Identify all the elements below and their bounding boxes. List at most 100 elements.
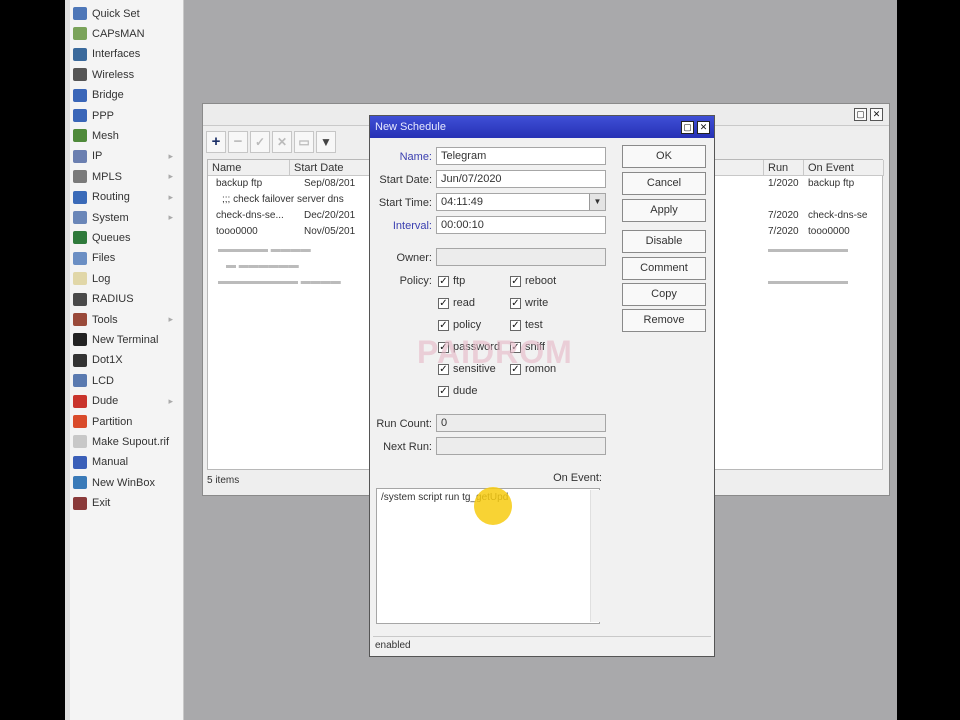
ok-button[interactable]: OK bbox=[622, 145, 706, 168]
filter-icon[interactable]: ▼ bbox=[316, 131, 336, 153]
chevron-down-icon[interactable]: ▼ bbox=[589, 194, 605, 210]
menu-item-dot1x[interactable]: Dot1X bbox=[70, 351, 183, 370]
next-run-field bbox=[436, 437, 606, 455]
disable-button[interactable]: Disable bbox=[622, 230, 706, 253]
policy-ftp[interactable]: ✓ ftp bbox=[438, 275, 465, 287]
menu-item-mpls[interactable]: MPLS ▸ bbox=[70, 167, 183, 186]
menu-item-routing[interactable]: Routing ▸ bbox=[70, 188, 183, 207]
checkbox-icon[interactable]: ✓ bbox=[510, 297, 521, 309]
checkbox-icon[interactable]: ✓ bbox=[438, 385, 449, 397]
row-name[interactable]: tooo0000 bbox=[216, 226, 288, 237]
menu-item-log[interactable]: Log bbox=[70, 269, 183, 288]
menu-item-ppp[interactable]: PPP bbox=[70, 106, 183, 125]
column-start-date[interactable]: Start Date bbox=[290, 160, 370, 176]
row-run[interactable]: 7/2020 bbox=[768, 226, 804, 237]
menu-item-label: New WinBox bbox=[92, 476, 155, 489]
row-on-event[interactable]: backup ftp bbox=[808, 178, 880, 189]
menu-item-system[interactable]: System ▸ bbox=[70, 208, 183, 227]
policy-read[interactable]: ✓ read bbox=[438, 297, 475, 309]
chevron-right-icon: ▸ bbox=[168, 191, 173, 202]
close-icon[interactable]: ✕ bbox=[870, 108, 883, 121]
restore-icon[interactable]: ▢ bbox=[681, 121, 694, 134]
menu-item-dude[interactable]: Dude ▸ bbox=[70, 392, 183, 411]
dialog-titlebar[interactable]: New Schedule ▢ ✕ bbox=[370, 116, 714, 138]
menu-item-radius[interactable]: RADIUS bbox=[70, 290, 183, 309]
row-disabled[interactable]: ▬▬▬▬▬ ▬▬▬▬ bbox=[218, 244, 368, 255]
row-start-date[interactable]: Nov/05/201 bbox=[304, 226, 370, 237]
watermark: PAIDROM bbox=[417, 334, 573, 370]
column-run[interactable]: Run bbox=[764, 160, 804, 176]
row-run[interactable]: 1/2020 bbox=[768, 178, 804, 189]
menu-item-interfaces[interactable]: Interfaces bbox=[70, 45, 183, 64]
menu-item-make-supout-rif[interactable]: Make Supout.rif bbox=[70, 432, 183, 451]
menu-item-label: MPLS bbox=[92, 170, 122, 183]
policy-test[interactable]: ✓ test bbox=[510, 319, 543, 331]
checkbox-icon[interactable]: ✓ bbox=[438, 297, 449, 309]
checkbox-icon[interactable]: ✓ bbox=[510, 319, 521, 331]
row-disabled[interactable]: ▬▬▬▬▬▬▬▬ ▬▬▬▬ bbox=[218, 276, 368, 287]
row-start-date[interactable]: Sep/08/201 bbox=[304, 178, 370, 189]
log-icon bbox=[73, 272, 87, 286]
menu-item-exit[interactable]: Exit bbox=[70, 494, 183, 513]
remove-button[interactable]: Remove bbox=[622, 309, 706, 332]
row-disabled[interactable]: ▬▬▬▬▬▬▬▬ bbox=[768, 244, 878, 255]
row-name[interactable]: backup ftp bbox=[216, 178, 288, 189]
policy-policy[interactable]: ✓ policy bbox=[438, 319, 481, 331]
checkbox-icon[interactable]: ✓ bbox=[438, 275, 449, 287]
row-on-event[interactable]: check-dns-se bbox=[808, 210, 880, 221]
menu-item-capsman[interactable]: CAPsMAN bbox=[70, 24, 183, 43]
mesh-icon bbox=[73, 129, 87, 143]
checkbox-icon[interactable]: ✓ bbox=[510, 275, 521, 287]
row-disabled[interactable]: ▬▬▬▬▬▬▬▬ bbox=[768, 276, 878, 287]
column-on-event[interactable]: On Event bbox=[804, 160, 884, 176]
menu-item-files[interactable]: Files bbox=[70, 249, 183, 268]
supout-icon bbox=[73, 435, 87, 449]
comment-button[interactable]: Comment bbox=[622, 257, 706, 280]
menu-item-mesh[interactable]: Mesh bbox=[70, 126, 183, 145]
checkbox-icon[interactable]: ✓ bbox=[438, 319, 449, 331]
start-time-field[interactable]: 04:11:49 ▼ bbox=[436, 193, 606, 211]
menu-item-queues[interactable]: Queues bbox=[70, 228, 183, 247]
menu-item-manual[interactable]: Manual bbox=[70, 453, 183, 472]
row-on-event[interactable]: tooo0000 bbox=[808, 226, 880, 237]
policy-dude[interactable]: ✓ dude bbox=[438, 385, 477, 397]
remove-icon[interactable]: − bbox=[228, 131, 248, 153]
add-icon[interactable]: + bbox=[206, 131, 226, 153]
disable-icon[interactable]: ✕ bbox=[272, 131, 292, 153]
close-icon[interactable]: ✕ bbox=[697, 121, 710, 134]
menu-item-ip[interactable]: IP ▸ bbox=[70, 147, 183, 166]
ip-icon bbox=[73, 149, 87, 163]
menu-item-new-terminal[interactable]: New Terminal bbox=[70, 330, 183, 349]
enable-icon[interactable]: ✓ bbox=[250, 131, 270, 153]
policy-write[interactable]: ✓ write bbox=[510, 297, 548, 309]
column-name[interactable]: Name bbox=[208, 160, 290, 176]
menu-item-label: IP bbox=[92, 150, 103, 163]
row-disabled[interactable]: ▬ ▬▬▬▬▬▬ bbox=[226, 260, 366, 271]
on-event-scrollbar[interactable] bbox=[590, 490, 600, 622]
menu-item-wireless[interactable]: Wireless bbox=[70, 65, 183, 84]
menu-item-bridge[interactable]: Bridge bbox=[70, 86, 183, 105]
row-name[interactable]: check-dns-se... bbox=[216, 210, 288, 221]
restore-icon[interactable]: ▢ bbox=[854, 108, 867, 121]
policy-reboot[interactable]: ✓ reboot bbox=[510, 275, 556, 287]
menu-item-label: Files bbox=[92, 252, 116, 265]
menu-item-lcd[interactable]: LCD bbox=[70, 371, 183, 390]
menu-item-quick-set[interactable]: Quick Set bbox=[70, 4, 183, 23]
row-run[interactable]: 7/2020 bbox=[768, 210, 804, 221]
menu-item-label: Quick Set bbox=[92, 7, 140, 20]
menu-item-partition[interactable]: Partition bbox=[70, 412, 183, 431]
name-field[interactable]: Telegram bbox=[436, 147, 606, 165]
row-comment[interactable]: ;;; check failover server dns bbox=[222, 194, 370, 205]
cancel-button[interactable]: Cancel bbox=[622, 172, 706, 195]
chevron-right-icon: ▸ bbox=[168, 150, 173, 161]
copy-button[interactable]: Copy bbox=[622, 283, 706, 306]
apply-button[interactable]: Apply bbox=[622, 199, 706, 222]
dialog-title: New Schedule bbox=[375, 121, 446, 133]
menu-item-tools[interactable]: Tools ▸ bbox=[70, 310, 183, 329]
menu-item-new-winbox[interactable]: New WinBox bbox=[70, 473, 183, 492]
row-start-date[interactable]: Dec/20/201 bbox=[304, 210, 370, 221]
start-date-field[interactable]: Jun/07/2020 bbox=[436, 170, 606, 188]
routing-icon bbox=[73, 190, 87, 204]
interval-field[interactable]: 00:00:10 bbox=[436, 216, 606, 234]
comment-icon[interactable]: ▭ bbox=[294, 131, 314, 153]
